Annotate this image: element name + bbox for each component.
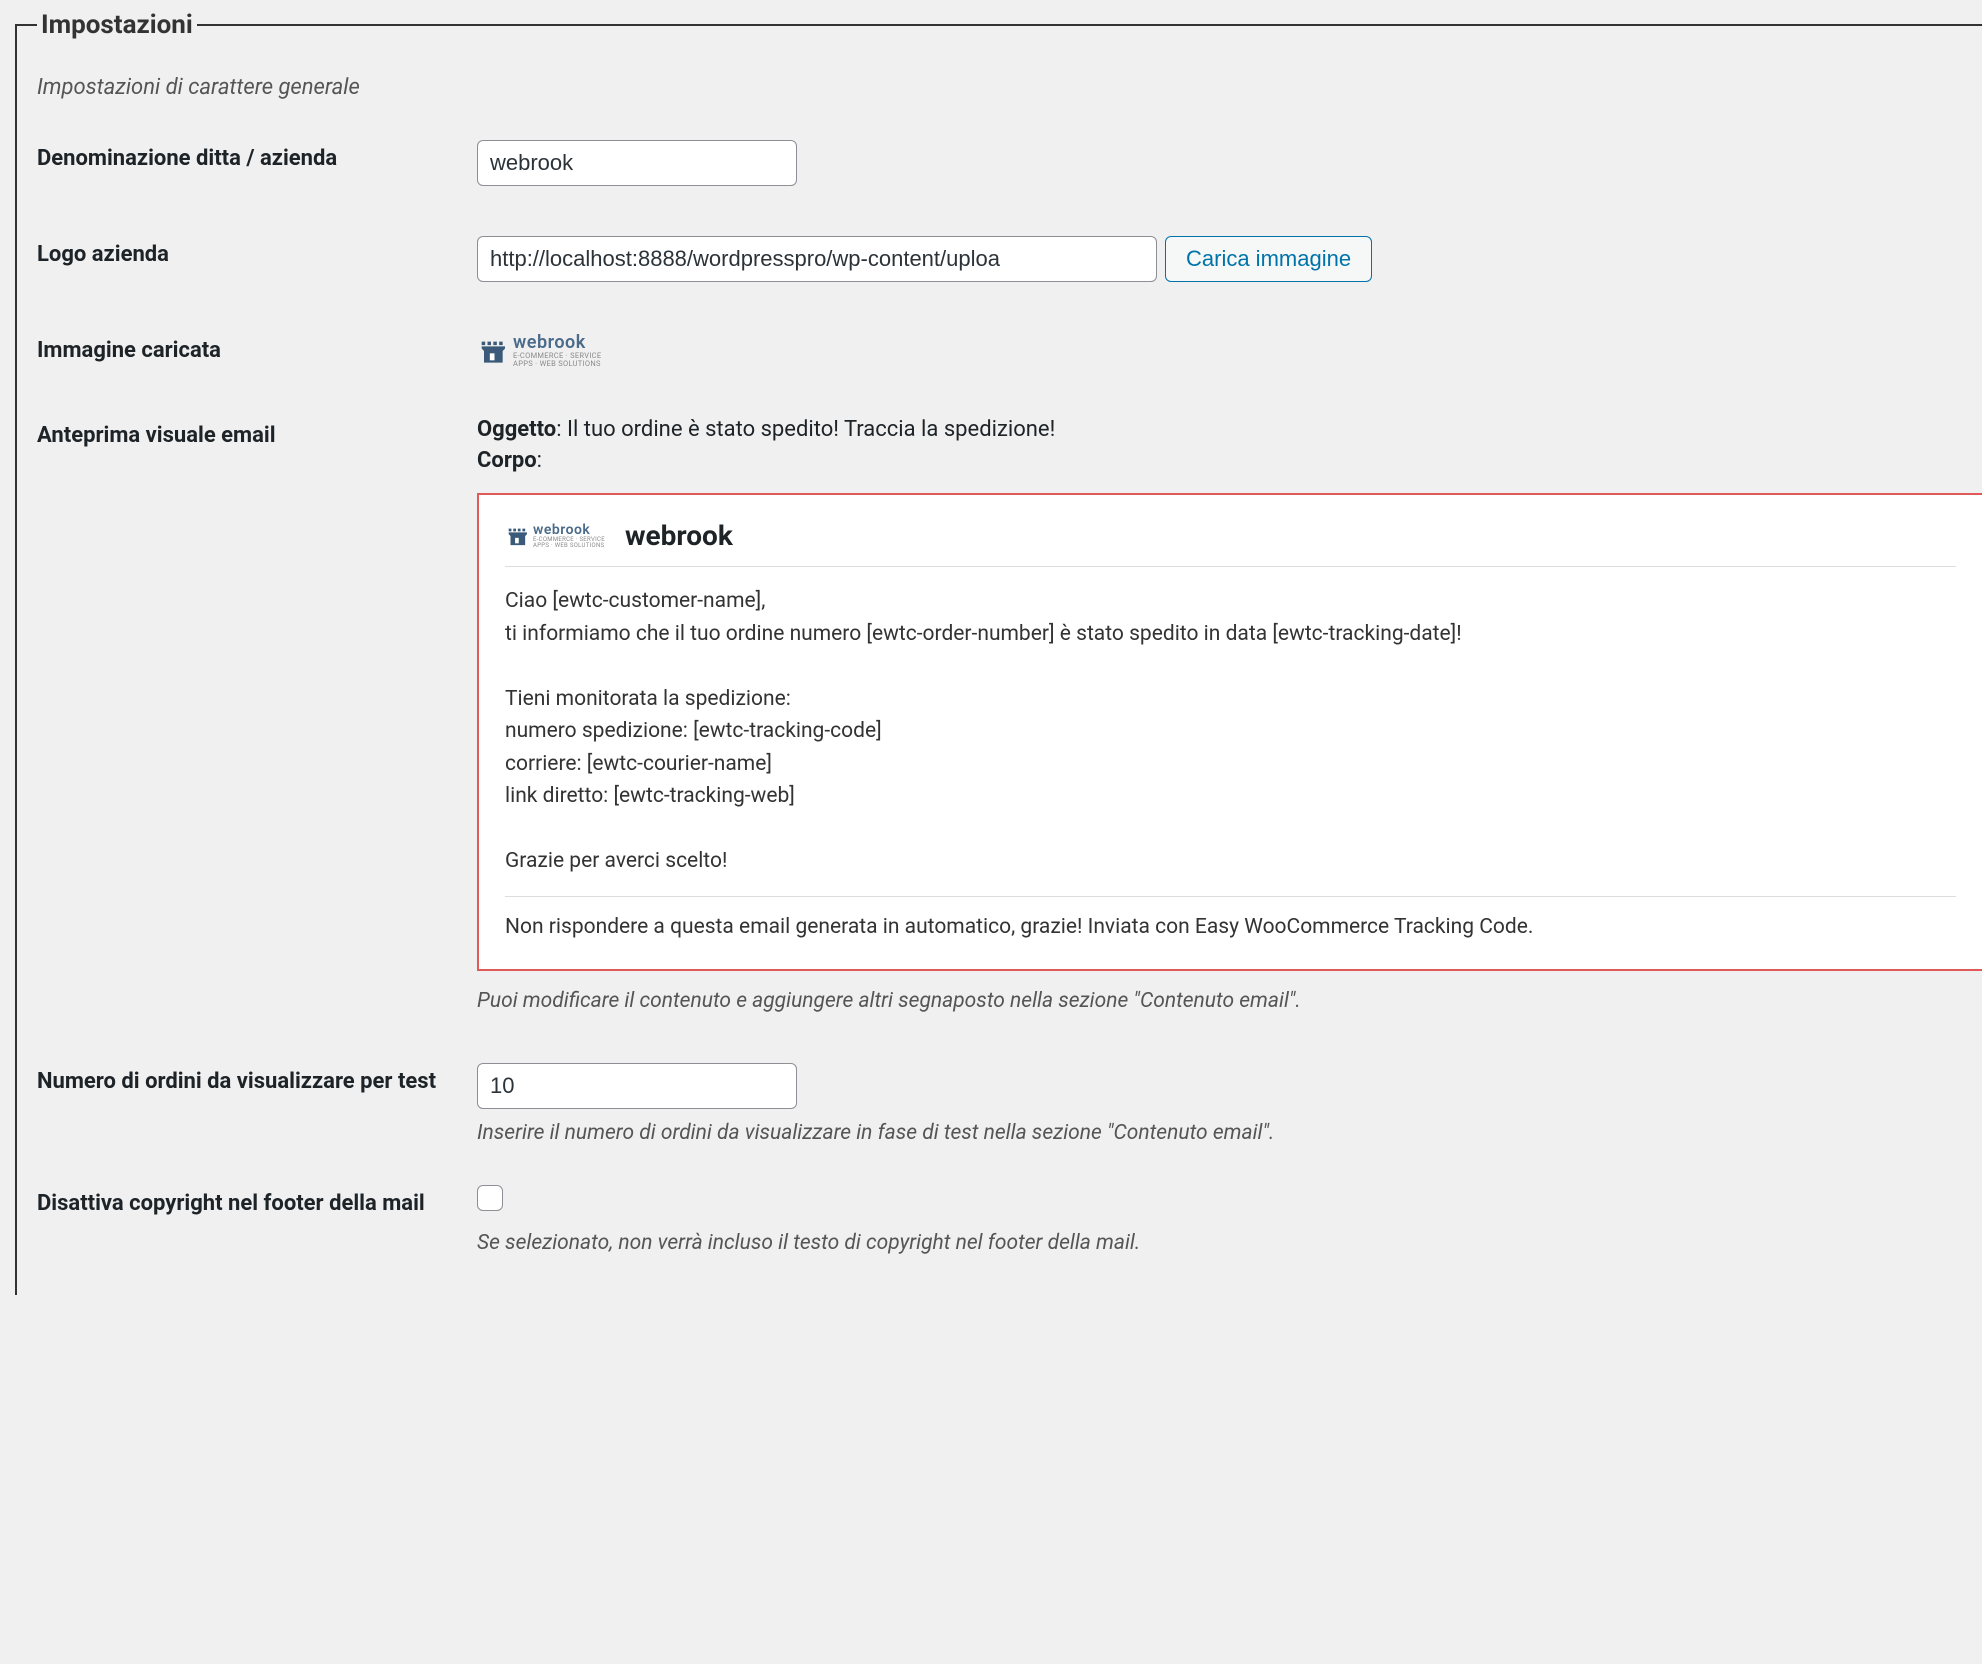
- label-company-name: Denominazione ditta / azienda: [37, 140, 477, 171]
- email-header-company: webrook: [625, 519, 733, 552]
- disable-copyright-checkbox[interactable]: [477, 1185, 503, 1211]
- email-subject-label: Oggetto: [477, 417, 556, 442]
- settings-legend: Impostazioni: [37, 10, 197, 40]
- settings-intro: Impostazioni di carattere generale: [37, 75, 1982, 100]
- email-header-logo-text: webrook: [533, 523, 605, 537]
- email-preview-box: webrook E-COMMERCE · SERVICE APPS · WEB …: [477, 493, 1982, 971]
- email-body-text: Ciao [ewtc-customer-name], ti informiamo…: [505, 585, 1956, 897]
- email-body-label: Corpo: [477, 448, 537, 473]
- email-body-colon: :: [537, 448, 542, 473]
- company-name-input[interactable]: [477, 140, 797, 186]
- email-preview-help: Puoi modificare il contenuto e aggiunger…: [477, 989, 1982, 1013]
- email-header-logo-sub2: APPS · WEB SOLUTIONS: [533, 543, 605, 549]
- email-preview-header: webrook E-COMMERCE · SERVICE APPS · WEB …: [505, 519, 1956, 567]
- company-logo-url-input[interactable]: [477, 236, 1157, 282]
- orders-count-input[interactable]: [477, 1063, 797, 1109]
- orders-count-help: Inserire il numero di ordini da visualiz…: [477, 1121, 1982, 1145]
- disable-copyright-help: Se selezionato, non verrà incluso il tes…: [477, 1231, 1982, 1255]
- row-email-preview: Anteprima visuale email Oggetto: Il tuo …: [37, 417, 1982, 1013]
- settings-fieldset: Impostazioni Impostazioni di carattere g…: [15, 10, 1982, 1295]
- row-company-logo: Logo azienda Carica immagine: [37, 236, 1982, 282]
- email-body-label-line: Corpo:: [477, 448, 1982, 473]
- logo-text: webrook: [513, 334, 601, 352]
- castle-icon: [477, 337, 505, 365]
- row-disable-copyright: Disattiva copyright nel footer della mai…: [37, 1185, 1982, 1255]
- row-uploaded-image: Immagine caricata webrook E-COMMERCE · S…: [37, 332, 1982, 367]
- castle-icon: [505, 525, 527, 547]
- email-subject-value: : Il tuo ordine è stato spedito! Traccia…: [556, 417, 1055, 442]
- label-company-logo: Logo azienda: [37, 236, 477, 267]
- row-company-name: Denominazione ditta / azienda: [37, 140, 1982, 186]
- row-orders-count: Numero di ordini da visualizzare per tes…: [37, 1063, 1982, 1145]
- uploaded-logo-preview: webrook E-COMMERCE · SERVICE APPS · WEB …: [477, 332, 1982, 367]
- email-header-logo: webrook E-COMMERCE · SERVICE APPS · WEB …: [505, 523, 605, 549]
- email-footer-text: Non rispondere a questa email generata i…: [505, 915, 1956, 939]
- label-email-preview: Anteprima visuale email: [37, 417, 477, 448]
- label-disable-copyright: Disattiva copyright nel footer della mai…: [37, 1185, 477, 1216]
- email-subject-line: Oggetto: Il tuo ordine è stato spedito! …: [477, 417, 1982, 442]
- label-orders-count: Numero di ordini da visualizzare per tes…: [37, 1063, 477, 1094]
- upload-image-button[interactable]: Carica immagine: [1165, 236, 1372, 282]
- logo-subtext-2: APPS · WEB SOLUTIONS: [513, 360, 601, 368]
- label-uploaded-image: Immagine caricata: [37, 332, 477, 363]
